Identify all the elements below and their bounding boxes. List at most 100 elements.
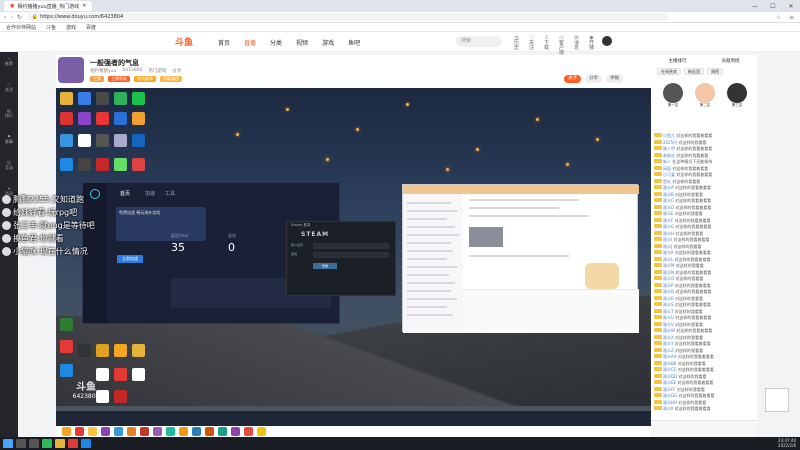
chat-username[interactable]: 观众DD — [663, 374, 677, 379]
gift-icon[interactable] — [192, 427, 201, 436]
chat-username[interactable]: 观众L — [663, 257, 673, 262]
rank-card[interactable]: 第三名 — [723, 83, 751, 113]
accelerator-tab[interactable]: 加速 — [145, 190, 155, 197]
steam-login-button[interactable]: 登录 — [313, 263, 337, 269]
maximize-button[interactable]: ☐ — [764, 3, 782, 10]
gift-icon[interactable] — [218, 427, 227, 436]
user-avatar[interactable] — [602, 36, 612, 46]
refresh-icon[interactable]: ↻ — [17, 14, 22, 21]
nav-game[interactable]: 游戏 — [322, 38, 334, 47]
close-window-button[interactable]: ✕ — [782, 3, 800, 10]
rail-item-match[interactable]: ⚑ 赛事 — [0, 130, 18, 156]
browser-tab[interactable]: ● 相约猪猪yuu直播_热门游戏 ✕ — [4, 1, 93, 11]
room-category[interactable]: 热门游戏 — [148, 68, 166, 74]
chat-username[interactable]: 观众R — [663, 296, 674, 301]
chat-username[interactable]: 观众C — [663, 198, 674, 203]
chat-username[interactable]: 小鱼儿 — [663, 133, 675, 138]
gift-icon[interactable] — [114, 427, 123, 436]
subtab-week[interactable]: 周榜 — [707, 68, 723, 75]
back-icon[interactable]: ‹ — [4, 14, 6, 21]
nav-live[interactable]: 直播 — [244, 38, 256, 47]
nav-yuba[interactable]: 鱼吧 — [348, 38, 360, 47]
gift-icon[interactable] — [153, 427, 162, 436]
client-icon[interactable]: ▭ 客户端 — [557, 36, 566, 56]
chat-username[interactable]: 观众M — [663, 263, 674, 268]
download-icon[interactable]: ⇩ 下载 — [542, 36, 551, 56]
gift-icon[interactable] — [101, 427, 110, 436]
rail-item-interact[interactable]: ☺ 互动 — [0, 156, 18, 182]
nav-category[interactable]: 分类 — [270, 38, 282, 47]
qq-input-area[interactable] — [463, 289, 639, 333]
chat-username[interactable]: 观众Q — [663, 289, 674, 294]
chat-username[interactable]: 路人甲 — [663, 146, 675, 151]
bookmark-item[interactable]: 游戏 — [66, 24, 76, 31]
minimize-button[interactable]: — — [746, 3, 764, 10]
rank-card[interactable]: 第二名 — [691, 83, 719, 113]
chat-username[interactable]: 观众II — [663, 406, 673, 411]
chat-username[interactable]: 观众D — [663, 205, 674, 210]
menu-icon[interactable]: ≡ — [789, 14, 794, 21]
search-input[interactable]: 搜索 — [456, 36, 502, 47]
bookmark-item[interactable]: 合作伙伴网站 — [6, 24, 36, 31]
search-icon[interactable] — [16, 439, 26, 448]
chat-username[interactable]: 观众Y — [663, 341, 673, 346]
chat-username[interactable]: 观众P — [663, 283, 673, 288]
streamer-name[interactable]: 相约猪猪yuu — [90, 68, 116, 74]
subtab-vip[interactable]: 在线贵宾 — [657, 68, 681, 75]
gift-icon[interactable] — [166, 427, 175, 436]
gift-icon[interactable] — [231, 427, 240, 436]
chat-username[interactable]: 观众E — [663, 211, 674, 216]
chat-username[interactable]: 观众BB — [663, 361, 677, 366]
chat-username[interactable]: 观众U — [663, 315, 674, 320]
chat-username[interactable]: 观众I — [663, 237, 672, 242]
gift-icon[interactable] — [205, 427, 214, 436]
chat-username[interactable]: 观众GG — [663, 393, 677, 398]
folder-icon[interactable] — [55, 439, 65, 448]
url-input[interactable]: 🔒 https://www.douyu.com/6423804 — [27, 13, 668, 21]
share-link[interactable]: 分享 — [172, 68, 181, 74]
nav-home[interactable]: 首页 — [218, 38, 230, 47]
chat-username[interactable]: 观众O — [663, 276, 674, 281]
chat-username[interactable]: 观众FF — [663, 387, 676, 392]
gift-icon[interactable] — [62, 427, 71, 436]
rank-card[interactable]: 第一名 — [659, 83, 687, 113]
gift-icon[interactable] — [127, 427, 136, 436]
close-tab-icon[interactable]: ✕ — [82, 3, 86, 9]
chat-username[interactable]: 观众AA — [663, 354, 677, 359]
chat-username[interactable]: 观众K — [663, 250, 674, 255]
chat-username[interactable]: 观众N — [663, 270, 674, 275]
chat-username[interactable]: 观众B — [663, 192, 674, 197]
share-button[interactable]: 分享 — [585, 75, 602, 83]
chat-username[interactable]: 观众CC — [663, 367, 677, 372]
start-icon[interactable] — [3, 439, 13, 448]
bookmark-item[interactable]: 斗鱼 — [46, 24, 56, 31]
browser-icon[interactable] — [42, 439, 52, 448]
tab-weekly-rank[interactable]: 贡献周榜 — [722, 58, 740, 67]
chat-username[interactable]: 小可爱 — [663, 172, 675, 177]
nav-video[interactable]: 视频 — [296, 38, 308, 47]
chat-input[interactable] — [651, 420, 757, 437]
gift-icon[interactable] — [88, 427, 97, 436]
qr-code-icon[interactable] — [765, 388, 789, 412]
subtab-fans[interactable]: 粉丝团 — [684, 68, 704, 75]
chat-username[interactable]: 观众S — [663, 302, 674, 307]
history-icon[interactable]: ◷ 历史 — [512, 36, 521, 56]
follow-button[interactable]: 关注 — [564, 75, 581, 83]
star-icon[interactable]: ☆ — [776, 14, 781, 21]
chat-username[interactable]: 闲逛 — [663, 166, 671, 171]
chat-username[interactable]: 观众Z — [663, 348, 674, 353]
chat-username[interactable]: 观众EE — [663, 380, 676, 385]
accelerator-tab[interactable]: 工具 — [165, 190, 175, 197]
steam-password-input[interactable] — [313, 252, 389, 258]
gift-icon[interactable] — [257, 427, 266, 436]
rail-item-follow[interactable]: ♡ 关注 — [0, 78, 18, 104]
chat-username[interactable]: 观众F — [663, 218, 673, 223]
app-icon[interactable] — [68, 439, 78, 448]
rail-item-recommend[interactable]: ☆ 推荐 — [0, 52, 18, 78]
system-clock[interactable]: 23:47:40 2022/2/6 — [778, 438, 796, 448]
tab-anchor-rank[interactable]: 主播排行 — [669, 58, 687, 67]
report-button[interactable]: 举报 — [606, 75, 623, 83]
streamer-avatar[interactable] — [58, 57, 84, 83]
gift-icon[interactable] — [140, 427, 149, 436]
gift-icon[interactable] — [244, 427, 253, 436]
